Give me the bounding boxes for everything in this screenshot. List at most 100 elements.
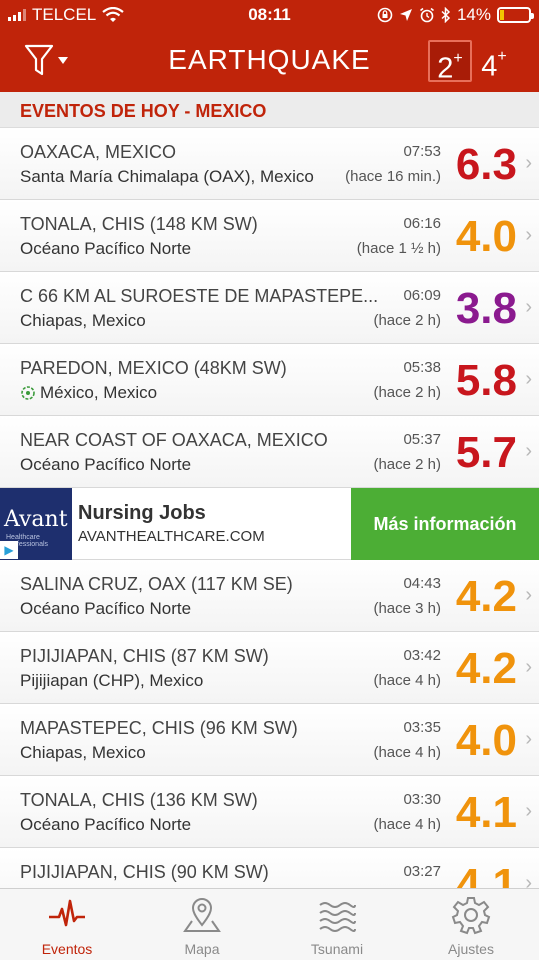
event-row[interactable]: SALINA CRUZ, OAX (117 KM SE) Océano Pacíf… [0, 560, 539, 632]
event-relative-time: (hace 16 min.) [345, 168, 441, 185]
event-relative-time: (hace 4 h) [373, 816, 441, 833]
event-region: Océano Pacífico Norte [20, 599, 191, 619]
tab-eventos[interactable]: Eventos [12, 895, 122, 957]
event-time: 05:37 [403, 431, 441, 448]
event-row[interactable]: TONALA, CHIS (148 KM SW) Océano Pacífico … [0, 200, 539, 272]
event-magnitude: 4.2 [455, 644, 517, 693]
mag-plus-sign: + [453, 50, 463, 67]
event-region-text: México, Mexico [40, 383, 158, 402]
tab-label: Tsunami [310, 941, 364, 957]
event-magnitude: 5.7 [455, 428, 517, 477]
event-region: Océano Pacífico Norte [20, 815, 191, 835]
event-time: 03:42 [403, 647, 441, 664]
event-region-text: Océano Pacífico Norte [20, 599, 192, 618]
event-region: Chiapas, Mexico [20, 311, 146, 331]
min-magnitude-2-toggle[interactable]: 2+ [428, 40, 472, 85]
event-magnitude: 4.2 [455, 572, 517, 621]
pulse-icon [49, 899, 85, 927]
event-location: MAPASTEPEC, CHIS (96 KM SW) [20, 718, 298, 738]
alarm-icon [419, 7, 434, 23]
mag-plus-sign: + [497, 48, 507, 65]
gear-icon [451, 897, 491, 935]
mag-option-value: 4 [481, 50, 498, 83]
status-bar: TELCEL 08:11 14% [0, 0, 539, 30]
event-row[interactable]: C 66 KM AL SUROESTE DE MAPASTEPE... Chiap… [0, 272, 539, 344]
felt-report-icon [21, 386, 35, 400]
event-row[interactable]: NEAR COAST OF OAXACA, MEXICO Océano Pacíf… [0, 416, 539, 488]
event-row[interactable]: PAREDON, MEXICO (48KM SW) México, Mexico 0… [0, 344, 539, 416]
tab-label: Ajustes [448, 941, 494, 957]
event-region-text: Chiapas, Mexico [20, 311, 146, 330]
battery-percent: 14% [456, 5, 491, 24]
event-relative-time: (hace 2 h) [373, 456, 441, 473]
battery-fill [500, 10, 504, 20]
chevron-right-icon: › [525, 728, 532, 750]
ad-headline: Nursing Jobs [78, 502, 206, 524]
event-location: PAREDON, MEXICO (48KM SW) [20, 358, 287, 378]
event-region-text: Santa María Chimalapa (OAX), Mexico [20, 167, 314, 186]
event-magnitude: 4.1 [455, 788, 517, 837]
event-location: OAXACA, MEXICO [20, 142, 177, 162]
event-time: 06:09 [403, 287, 441, 304]
event-magnitude: 4.0 [455, 212, 517, 261]
event-time: 03:27 [403, 863, 441, 880]
event-location: SALINA CRUZ, OAX (117 KM SE) [20, 574, 293, 594]
waves-icon [319, 902, 356, 932]
event-magnitude: 6.3 [455, 140, 517, 189]
min-magnitude-4-toggle[interactable]: 4+ [472, 40, 516, 83]
event-relative-time: (hace 4 h) [373, 672, 441, 689]
event-region-text: Océano Pacífico Norte [20, 815, 192, 834]
tab-bar: Eventos Mapa Tsunami Ajustes [0, 888, 539, 960]
chevron-right-icon: › [525, 224, 532, 246]
ad-domain: AVANTHEALTHCARE.COM [78, 528, 265, 545]
chevron-right-icon: › [525, 152, 532, 174]
event-region: Océano Pacífico Norte [20, 239, 191, 259]
event-location: NEAR COAST OF OAXACA, MEXICO [20, 430, 328, 450]
chevron-right-icon: › [525, 800, 532, 822]
bluetooth-icon [441, 7, 451, 23]
tab-mapa[interactable]: Mapa [147, 895, 257, 957]
tab-tsunami[interactable]: Tsunami [282, 895, 392, 957]
event-relative-time: (hace 2 h) [373, 384, 441, 401]
event-row[interactable]: PIJIJIAPAN, CHIS (87 KM SW) Pijijiapan (C… [0, 632, 539, 704]
event-time: 03:30 [403, 791, 441, 808]
event-region-text: Océano Pacífico Norte [20, 455, 192, 474]
event-time: 07:53 [403, 143, 441, 160]
location-icon [399, 9, 412, 21]
event-magnitude: 3.8 [455, 284, 517, 333]
event-region: Pijijiapan (CHP), Mexico [20, 671, 203, 691]
event-time: 03:35 [403, 719, 441, 736]
event-region-text: Océano Pacífico Norte [20, 239, 192, 258]
chevron-right-icon: › [525, 368, 532, 390]
chevron-right-icon: › [525, 584, 532, 606]
ad-banner[interactable]: Avant Healthcare Professionals ▶ Nursing… [0, 488, 539, 560]
event-relative-time: (hace 4 h) [373, 744, 441, 761]
mag-option-value: 2 [437, 52, 454, 85]
ad-choices-icon[interactable]: ▶ [0, 541, 18, 559]
event-location: TONALA, CHIS (136 KM SW) [20, 790, 258, 810]
event-relative-time: (hace 3 h) [373, 600, 441, 617]
tab-label: Mapa [184, 941, 220, 957]
map-pin-icon [183, 898, 221, 932]
ad-logo-text: Avant [4, 507, 68, 532]
event-relative-time: (hace 1 ½ h) [356, 240, 441, 257]
ad-cta-button[interactable]: Más información [351, 488, 539, 560]
event-location: C 66 KM AL SUROESTE DE MAPASTEPE... [20, 286, 379, 306]
orientation-lock-icon [377, 7, 393, 23]
event-time: 04:43 [403, 575, 441, 592]
event-row[interactable]: MAPASTEPEC, CHIS (96 KM SW) Chiapas, Mexi… [0, 704, 539, 776]
event-time: 05:38 [403, 359, 441, 376]
status-right: 14% [377, 5, 534, 25]
event-time: 06:16 [403, 215, 441, 232]
event-magnitude: 5.8 [455, 356, 517, 405]
event-row[interactable]: TONALA, CHIS (136 KM SW) Océano Pacífico … [0, 776, 539, 848]
event-region: Océano Pacífico Norte [20, 455, 191, 475]
event-magnitude: 4.0 [455, 716, 517, 765]
event-location: PIJIJIAPAN, CHIS (87 KM SW) [20, 646, 269, 666]
event-location: TONALA, CHIS (148 KM SW) [20, 214, 258, 234]
event-row[interactable]: OAXACA, MEXICO Santa María Chimalapa (OAX… [0, 128, 539, 200]
tab-ajustes[interactable]: Ajustes [416, 895, 526, 957]
event-location: PIJIJIAPAN, CHIS (90 KM SW) [20, 862, 269, 882]
event-region: Santa María Chimalapa (OAX), Mexico [20, 167, 314, 187]
section-header: EVENTOS DE HOY - MEXICO [0, 92, 539, 128]
